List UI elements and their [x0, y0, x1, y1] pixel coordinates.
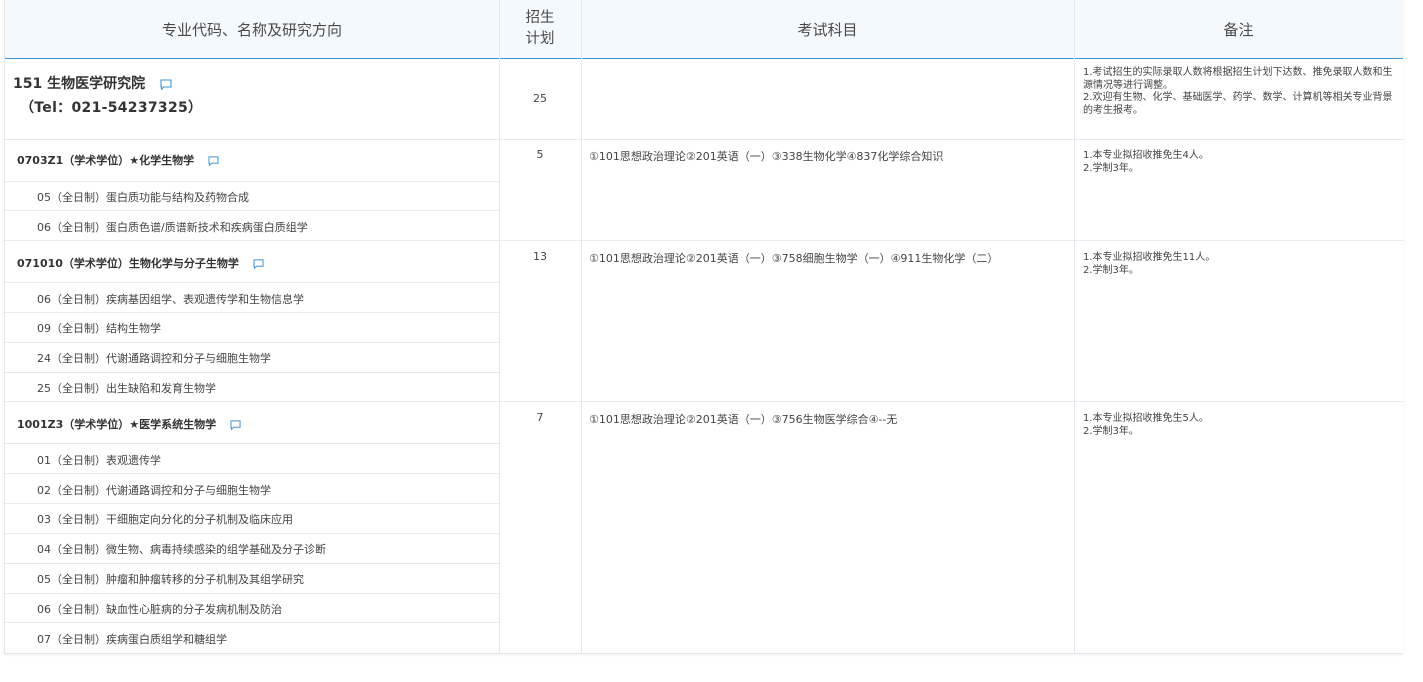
direction-item: 06（全日制）蛋白质色谱/质谱新技术和疾病蛋白质组学 [37, 221, 308, 234]
institute-name: 151 生物医学研究院 [13, 73, 172, 93]
header-exam: 考试科目 [797, 20, 858, 39]
major-plan: 13 [533, 250, 547, 263]
row-divider [5, 593, 499, 594]
note-line: 1.本专业拟招收推免生5人。 [1083, 413, 1209, 424]
institute-plan: 25 [533, 92, 547, 105]
major-title: 1001Z3（学术学位）★医学系统生物学 [17, 416, 241, 432]
note-line: 2.学制3年。 [1083, 162, 1139, 174]
row-divider [5, 372, 499, 373]
row-divider [5, 563, 499, 564]
direction-item: 04（全日制）微生物、病毒持续感染的组学基础及分子诊断 [37, 543, 326, 556]
major-block: 0703Z1（学术学位）★化学生物学 05（全日制）蛋白质功能与结构及药物合成 … [5, 140, 1403, 240]
comment-icon[interactable] [160, 78, 172, 90]
major-plan: 5 [536, 148, 544, 161]
row-divider [5, 312, 499, 313]
note-line: 2.学制3年。 [1083, 264, 1139, 276]
row-divider [5, 622, 499, 623]
row-divider [5, 503, 499, 504]
institute-row: 151 生物医学研究院 （Tel：021-54237325） 25 1.考试招生… [5, 59, 1403, 139]
direction-item: 02（全日制）代谢通路调控和分子与细胞生物学 [37, 484, 271, 497]
header-notes: 备注 [1223, 20, 1254, 39]
row-divider [5, 210, 499, 211]
major-title: 071010（学术学位）生物化学与分子生物学 [17, 255, 264, 271]
note-line: 1.本专业拟招收推免生11人。 [1083, 252, 1216, 263]
major-notes: 1.本专业拟招收推免生5人。 2.学制3年。 [1083, 413, 1401, 438]
row-divider [5, 181, 499, 182]
major-block: 1001Z3（学术学位）★医学系统生物学 01（全日制）表观遗传学 02（全日制… [5, 402, 1403, 653]
row-divider [5, 473, 499, 474]
row-divider [5, 533, 499, 534]
major-title: 0703Z1（学术学位）★化学生物学 [17, 152, 219, 168]
row-divider [5, 443, 499, 444]
major-exam: ①101思想政治理论②201英语（一）③758细胞生物学（一）④911生物化学（… [589, 252, 999, 265]
major-notes: 1.本专业拟招收推免生4人。 2.学制3年。 [1083, 150, 1401, 175]
major-exam: ①101思想政治理论②201英语（一）③756生物医学综合④--无 [589, 413, 898, 426]
comment-icon[interactable] [230, 420, 241, 430]
major-notes: 1.本专业拟招收推免生11人。 2.学制3年。 [1083, 252, 1401, 277]
major-block: 071010（学术学位）生物化学与分子生物学 06（全日制）疾病基因组学、表观遗… [5, 241, 1403, 401]
direction-item: 05（全日制）肿瘤和肿瘤转移的分子机制及其组学研究 [37, 573, 304, 586]
note-line: 2.欢迎有生物、化学、基础医学、药学、数学、计算机等相关专业背景的考生报考。 [1083, 92, 1393, 116]
comment-icon[interactable] [253, 259, 264, 269]
direction-item: 01（全日制）表观遗传学 [37, 454, 161, 467]
direction-item: 25（全日制）出生缺陷和发育生物学 [37, 382, 216, 395]
direction-item: 05（全日制）蛋白质功能与结构及药物合成 [37, 191, 249, 204]
header-plan: 招生 计划 [525, 10, 555, 47]
direction-item: 07（全日制）疾病蛋白质组学和糖组学 [37, 633, 227, 646]
header-major: 专业代码、名称及研究方向 [161, 20, 342, 39]
direction-item: 06（全日制）缺血性心脏病的分子发病机制及防治 [37, 603, 282, 616]
table-header: 专业代码、名称及研究方向 招生 计划 考试科目 备注 [5, 0, 1403, 59]
institute-notes: 1.考试招生的实际录取人数将根据招生计划下达数、推免录取人数和生源情况等进行调整… [1083, 67, 1401, 117]
note-line: 2.学制3年。 [1083, 425, 1139, 437]
comment-icon[interactable] [208, 156, 219, 166]
row-divider [5, 342, 499, 343]
institute-tel: （Tel：021-54237325） [20, 100, 203, 116]
direction-item: 24（全日制）代谢通路调控和分子与细胞生物学 [37, 352, 271, 365]
major-exam: ①101思想政治理论②201英语（一）③338生物化学④837化学综合知识 [589, 150, 944, 163]
direction-item: 09（全日制）结构生物学 [37, 322, 161, 335]
major-plan: 7 [536, 411, 544, 424]
direction-item: 06（全日制）疾病基因组学、表观遗传学和生物信息学 [37, 293, 304, 306]
note-line: 1.本专业拟招收推免生4人。 [1083, 150, 1209, 161]
note-line: 1.考试招生的实际录取人数将根据招生计划下达数、推免录取人数和生源情况等进行调整… [1083, 67, 1393, 91]
row-divider [5, 282, 499, 283]
direction-item: 03（全日制）干细胞定向分化的分子机制及临床应用 [37, 513, 293, 526]
catalog-table: 专业代码、名称及研究方向 招生 计划 考试科目 备注 151 生物医学研究院 （T… [4, 0, 1403, 654]
